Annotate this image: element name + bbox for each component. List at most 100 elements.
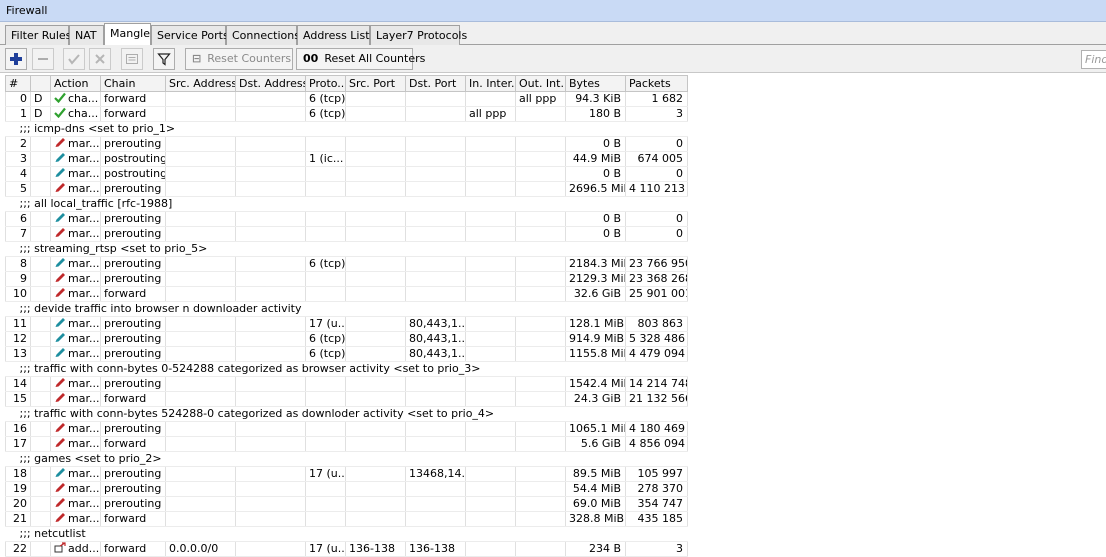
action-label: mar... [68, 512, 100, 525]
cell-src-address [165, 331, 236, 347]
table-row[interactable]: 6 mar... prerouting 0 B0 [5, 211, 688, 227]
table-row[interactable]: 22 add... forward 0.0.0.0/0 17 (u... 136-138 1… [5, 541, 688, 557]
col-header-number[interactable]: # [5, 75, 31, 92]
table-row[interactable]: 8 mar... prerouting 6 (tcp) 2184.3 MiB 23 766… [5, 256, 688, 272]
remove-button[interactable] [32, 48, 54, 70]
col-header-bytes[interactable]: Bytes [565, 75, 626, 92]
col-header-action[interactable]: Action [50, 75, 101, 92]
cell-src-port [345, 316, 406, 332]
cell-packets: 435 185 [625, 511, 688, 527]
table-row[interactable]: 14 mar... prerouting 1542.4 MiB 14 214 748 [5, 376, 688, 392]
cell-protocol: 17 (u... [305, 466, 346, 482]
table-row[interactable]: 1 Dcha... forward 6 (tcp) all ppp 180 B3 [5, 106, 688, 122]
action-label: mar... [68, 137, 100, 150]
cell-flags [30, 316, 51, 332]
table-row[interactable]: 0 Dcha... forward 6 (tcp) all ppp 94.3 KiB 1 6… [5, 91, 688, 107]
mark-red-pencil-icon [54, 137, 68, 150]
table-row[interactable]: 7 mar... prerouting 0 B0 [5, 226, 688, 242]
rule-comment-text: ;;; netcutlist [5, 526, 688, 542]
reset-counters-button[interactable]: ⊟ Reset Counters [185, 48, 293, 70]
table-row[interactable]: 18 mar...prerouting 17 (u... 13468,14... 89.… [5, 466, 688, 482]
filter-button[interactable] [153, 48, 175, 70]
cell-number: 3 [5, 151, 31, 167]
col-header-src-address[interactable]: Src. Address [165, 75, 236, 92]
tab-address-lists[interactable]: Address Lists [297, 25, 375, 45]
plus-icon [10, 53, 22, 65]
cell-chain: forward [100, 436, 166, 452]
table-row[interactable]: 9 mar... prerouting 2129.3 MiB 23 368 268 [5, 271, 688, 287]
cell-protocol [305, 286, 346, 302]
cell-protocol [305, 211, 346, 227]
rule-comment-row[interactable]: ;;; streaming_rtsp <set to prio_5> [5, 241, 688, 257]
cell-packets: 5 328 486 [625, 331, 688, 347]
rule-comment-row[interactable]: ;;; netcutlist [5, 526, 688, 542]
tab-layer7-protocols[interactable]: Layer7 Protocols [370, 25, 467, 45]
disable-button[interactable] [89, 48, 111, 70]
table-row[interactable]: 2 mar... prerouting 0 B0 [5, 136, 688, 152]
table-row[interactable]: 16 mar... prerouting 1065.1 MiB 4 180 469 [5, 421, 688, 437]
cell-flags: D [30, 106, 51, 122]
col-header-protocol[interactable]: Proto... [305, 75, 346, 92]
rule-comment-text: ;;; icmp-dns <set to prio_1> [5, 121, 688, 137]
reset-all-counters-button[interactable]: 00 Reset All Counters [296, 48, 425, 70]
cell-action: mar... [50, 436, 101, 452]
cell-number: 9 [5, 271, 31, 287]
tab-bar: Filter Rules NAT Mangle Service Ports Co… [0, 22, 1106, 46]
tab-mangle[interactable]: Mangle [104, 23, 151, 46]
cell-packets: 354 747 [625, 496, 688, 512]
tab-service-ports[interactable]: Service Ports [151, 25, 229, 45]
enable-button[interactable] [63, 48, 85, 70]
tab-filter-rules[interactable]: Filter Rules [5, 25, 71, 45]
cell-dst-port [405, 91, 466, 107]
cell-number: 12 [5, 331, 31, 347]
col-header-src-port[interactable]: Src. Port [345, 75, 406, 92]
table-row[interactable]: 3 mar... postrouting 1 (ic... 44.9 MiB 674 00… [5, 151, 688, 167]
table-row[interactable]: 10 mar... forward 32.6 GiB 25 901 001 [5, 286, 688, 302]
comment-button[interactable] [121, 48, 143, 70]
table-row[interactable]: 11 mar... prerouting 17 (u... 80,443,1... 128… [5, 316, 688, 332]
col-header-chain[interactable]: Chain [100, 75, 166, 92]
mark-red-pencil-icon [54, 227, 68, 240]
table-row[interactable]: 20 mar... prerouting 69.0 MiB 354 747 [5, 496, 688, 512]
table-row[interactable]: 5 mar... prerouting 2696.5 MiB 4 110 213 [5, 181, 688, 197]
cell-chain: postrouting [100, 166, 166, 182]
cell-out-interface [515, 466, 566, 482]
cell-action: cha... [50, 106, 101, 122]
rule-comment-row[interactable]: ;;; all local_traffic [rfc-1988] [5, 196, 688, 212]
cell-chain: prerouting [100, 211, 166, 227]
find-input[interactable]: Find [1081, 50, 1106, 69]
add-button[interactable] [5, 48, 27, 70]
rule-comment-row[interactable]: ;;; devide traffic into browser n downlo… [5, 301, 688, 317]
cell-src-address [165, 91, 236, 107]
rule-comment-row[interactable]: ;;; icmp-dns <set to prio_1> [5, 121, 688, 137]
table-row[interactable]: 12 mar... prerouting 6 (tcp) 80,443,1... 914.… [5, 331, 688, 347]
table-row[interactable]: 4 mar... postrouting 0 B0 [5, 166, 688, 182]
rule-comment-row[interactable]: ;;; traffic with conn-bytes 0-524288 cat… [5, 361, 688, 377]
col-header-out-interface[interactable]: Out. Int... [515, 75, 566, 92]
col-header-flags[interactable] [30, 75, 51, 92]
col-header-dst-port[interactable]: Dst. Port [405, 75, 466, 92]
cell-packets: 0 [625, 166, 688, 182]
cell-protocol [305, 436, 346, 452]
cell-dst-address [235, 421, 306, 437]
table-row[interactable]: 15 mar... forward 24.3 GiB 21 132 566 [5, 391, 688, 407]
cell-bytes: 24.3 GiB [565, 391, 626, 407]
col-header-packets[interactable]: Packets [625, 75, 688, 92]
col-header-dst-address[interactable]: Dst. Address [235, 75, 306, 92]
table-row[interactable]: 13 mar... prerouting 6 (tcp) 80,443,1... 1155… [5, 346, 688, 362]
cell-out-interface: all ppp [515, 91, 566, 107]
table-row[interactable]: 21 mar... forward 328.8 MiB 435 185 [5, 511, 688, 527]
table-row[interactable]: 17 mar... forward 5.6 GiB 4 856 094 [5, 436, 688, 452]
rule-comment-row[interactable]: ;;; games <set to prio_2> [5, 451, 688, 467]
action-label: cha... [68, 92, 99, 105]
cell-flags [30, 376, 51, 392]
cell-bytes: 1155.8 MiB [565, 346, 626, 362]
tab-connections[interactable]: Connections [226, 25, 300, 45]
col-header-in-interface[interactable]: In. Inter... [465, 75, 516, 92]
tab-nat[interactable]: NAT [69, 25, 104, 45]
cell-dst-address [235, 346, 306, 362]
rule-comment-row[interactable]: ;;; traffic with conn-bytes 524288-0 cat… [5, 406, 688, 422]
cell-flags [30, 541, 51, 557]
cell-in-interface [465, 376, 516, 392]
table-row[interactable]: 19 mar... prerouting 54.4 MiB 278 370 [5, 481, 688, 497]
